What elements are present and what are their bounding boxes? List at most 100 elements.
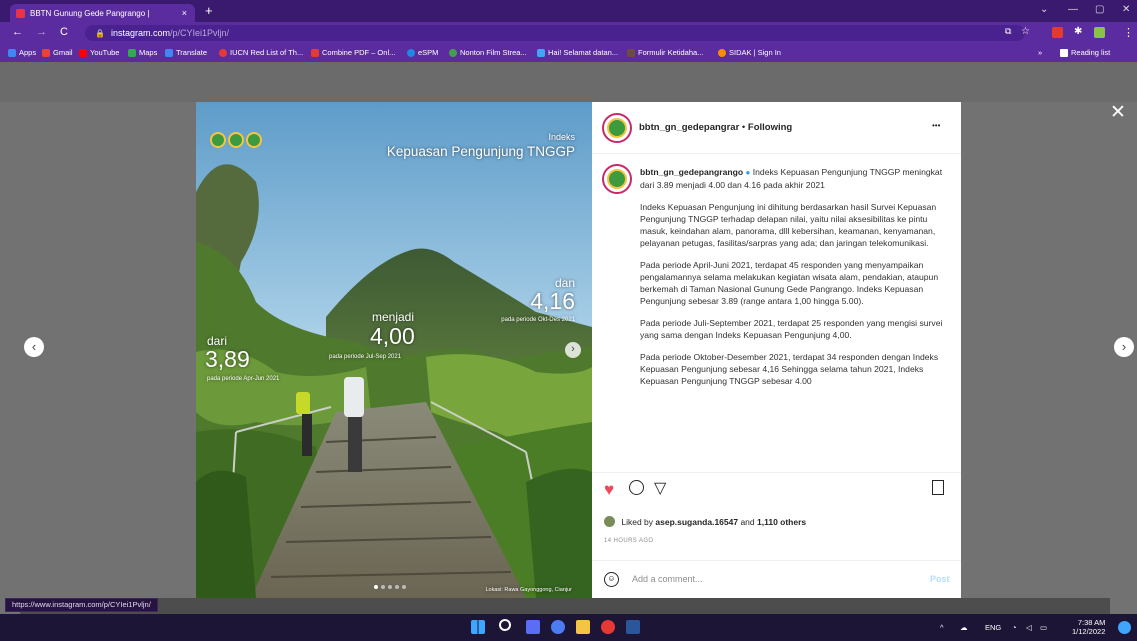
period-jul-sep: pada periode Jul-Sep 2021 — [329, 354, 402, 360]
carousel-dots — [374, 585, 406, 589]
bookmark-combine-pdf[interactable]: Combine PDF – Onl... — [311, 48, 395, 57]
photo-title: Kepuasan Pengunjung TNGGP — [386, 144, 575, 159]
battery-icon[interactable]: ▭ — [1040, 623, 1047, 632]
tab-close-icon[interactable]: × — [182, 8, 187, 18]
likes-count[interactable]: 1,110 others — [757, 517, 806, 527]
forward-icon[interactable]: → — [36, 26, 47, 38]
caption-paragraph: Indeks Kepuasan Pengunjung ini dihitung … — [640, 202, 937, 248]
post-detail-panel: bbtn_gn_gedepangrar • Following ••• bbtn… — [592, 102, 961, 598]
tab-search-icon[interactable]: ⌄ — [1040, 4, 1048, 15]
notification-icon[interactable] — [1118, 621, 1131, 634]
bookmark-gmail[interactable]: Gmail — [42, 48, 73, 57]
previous-post-button[interactable]: ‹ — [24, 337, 44, 357]
caption-username[interactable]: bbtn_gn_gedepangrango — [640, 167, 743, 177]
clock-date: 1/12/2022 — [1072, 627, 1106, 636]
more-options-icon[interactable]: ••• — [932, 121, 940, 130]
menu-icon[interactable]: ⋮ — [1123, 26, 1134, 39]
emoji-icon[interactable]: ☺ — [604, 572, 619, 587]
post-timestamp[interactable]: 14 HOURS AGO — [604, 538, 653, 544]
bookmark-formulir[interactable]: Formulir Ketidaha... — [627, 48, 703, 57]
bookmark-nonton[interactable]: Nonton Film Strea... — [449, 48, 527, 57]
label-menjadi: menjadi — [372, 310, 415, 324]
clock-time: 7:38 AM — [1077, 618, 1106, 627]
chrome-icon[interactable] — [601, 620, 615, 634]
post-caption: bbtn_gn_gedepangrango ● Indeks Kepuasan … — [640, 166, 945, 472]
new-tab-button[interactable]: + — [205, 3, 213, 18]
task-view-icon[interactable] — [526, 620, 540, 634]
volume-icon[interactable]: ◁ — [1026, 623, 1032, 632]
liker-username[interactable]: asep.suganda.16547 — [655, 517, 738, 527]
value-jul-sep: 4,00 — [370, 323, 415, 349]
wifi-icon[interactable]: ◔ — [1012, 623, 1017, 632]
close-modal-icon[interactable]: ✕ — [1110, 101, 1126, 124]
extensions-icon[interactable]: ✱ — [1074, 26, 1082, 37]
header-username[interactable]: bbtn_gn_gedepangrar • Following — [639, 122, 792, 133]
search-icon[interactable] — [499, 619, 511, 631]
bookmarks-bar: Apps Gmail YouTube Maps Translate IUCN R… — [0, 44, 1137, 62]
caption-paragraph: Pada periode April-Juni 2021, terdapat 4… — [640, 260, 939, 306]
profile-icon[interactable] — [1094, 27, 1105, 38]
period-okt-des: pada periode Okt-Des 2021 — [501, 317, 575, 323]
back-icon[interactable]: ← — [12, 26, 23, 38]
reading-list-button[interactable]: Reading list — [1060, 48, 1110, 57]
like-heart-icon[interactable]: ♥ — [604, 480, 614, 500]
trail-photo-illustration — [196, 102, 592, 598]
lock-icon: 🔒 — [95, 28, 105, 38]
comment-bar: ☺ Add a comment... Post — [592, 560, 961, 598]
post-header: bbtn_gn_gedepangrar • Following ••• — [592, 102, 961, 154]
caption-paragraph: Pada periode Oktober-Desember 2021, terd… — [640, 352, 939, 386]
bookmark-espm[interactable]: eSPM — [407, 48, 438, 57]
following-button[interactable]: Following — [748, 122, 792, 133]
close-window-icon[interactable]: ✕ — [1122, 4, 1130, 15]
likes-summary[interactable]: Liked by asep.suganda.16547 and 1,110 ot… — [604, 516, 806, 527]
reload-icon[interactable]: C — [60, 26, 68, 38]
save-bookmark-icon[interactable] — [932, 480, 944, 495]
language-indicator[interactable]: ENG — [985, 623, 1001, 632]
browser-tab[interactable]: BBTN Gunung Gede Pangrango | × — [10, 4, 195, 22]
minimize-icon[interactable]: — — [1068, 4, 1078, 15]
tab-title: BBTN Gunung Gede Pangrango | — [30, 8, 150, 18]
post-comment-button[interactable]: Post — [930, 574, 950, 584]
photo-title-small: Indeks — [548, 132, 575, 142]
share-icon[interactable]: ⧉ — [1005, 26, 1011, 37]
liker-avatar — [604, 516, 615, 527]
chat-icon[interactable] — [551, 620, 565, 634]
bookmark-iucn[interactable]: IUCN Red List of Th... — [219, 48, 303, 57]
bookmark-sidak[interactable]: SIDAK | Sign In — [718, 48, 781, 57]
file-explorer-icon[interactable] — [576, 620, 590, 634]
comment-icon[interactable] — [629, 480, 644, 495]
bookmark-hai[interactable]: Hai! Selamat datan... — [537, 48, 618, 57]
clock[interactable]: 7:38 AM 1/12/2022 — [1072, 618, 1105, 636]
value-okt-des: 4,16 — [530, 288, 575, 314]
link-status-bar: https://www.instagram.com/p/CYIei1Pvljn/ — [5, 598, 158, 612]
carousel-next-button[interactable]: › — [565, 342, 581, 358]
url-path: /p/CYIei1Pvljn/ — [170, 28, 230, 38]
post-actions: ♥ ▽ — [592, 472, 961, 512]
instagram-favicon-icon — [16, 8, 25, 18]
caption-avatar[interactable] — [602, 164, 632, 194]
share-icon[interactable]: ▽ — [654, 478, 666, 498]
maximize-icon[interactable]: ▢ — [1095, 4, 1104, 15]
period-apr-jun: pada periode Apr-Jun 2021 — [207, 376, 280, 382]
bookmark-translate[interactable]: Translate — [165, 48, 207, 57]
next-post-button[interactable]: › — [1114, 337, 1134, 357]
pdf-extension-icon[interactable] — [1052, 27, 1063, 38]
windows-taskbar: ^ ☁ ENG ◔ ◁ ▭ 7:38 AM 1/12/2022 — [0, 614, 1137, 641]
comment-input[interactable]: Add a comment... — [632, 574, 703, 584]
address-bar[interactable]: 🔒 instagram.com/p/CYIei1Pvljn/ — [85, 25, 1025, 41]
bookmark-maps[interactable]: Maps — [128, 48, 157, 57]
bookmarks-overflow-icon[interactable]: » — [1038, 48, 1042, 57]
word-icon[interactable] — [626, 620, 640, 634]
onedrive-icon[interactable]: ☁ — [960, 623, 968, 632]
post-image[interactable]: Indeks Kepuasan Pengunjung TNGGP dari 3,… — [196, 102, 592, 598]
avatar[interactable] — [602, 113, 632, 143]
bookmark-youtube[interactable]: YouTube — [79, 48, 119, 57]
caption-paragraph: Pada periode Juli-September 2021, terdap… — [640, 318, 943, 340]
bookmark-apps[interactable]: Apps — [8, 48, 36, 57]
windows-start-icon[interactable] — [471, 620, 485, 634]
verified-badge-icon: ● — [745, 168, 751, 177]
browser-toolbar: ← → C 🔒 instagram.com/p/CYIei1Pvljn/ ⧉ ☆… — [0, 22, 1137, 44]
bookmark-star-icon[interactable]: ☆ — [1021, 26, 1030, 37]
tray-overflow-icon[interactable]: ^ — [940, 623, 944, 632]
browser-tab-bar: BBTN Gunung Gede Pangrango | × + ⌄ — ▢ ✕ — [0, 0, 1137, 22]
